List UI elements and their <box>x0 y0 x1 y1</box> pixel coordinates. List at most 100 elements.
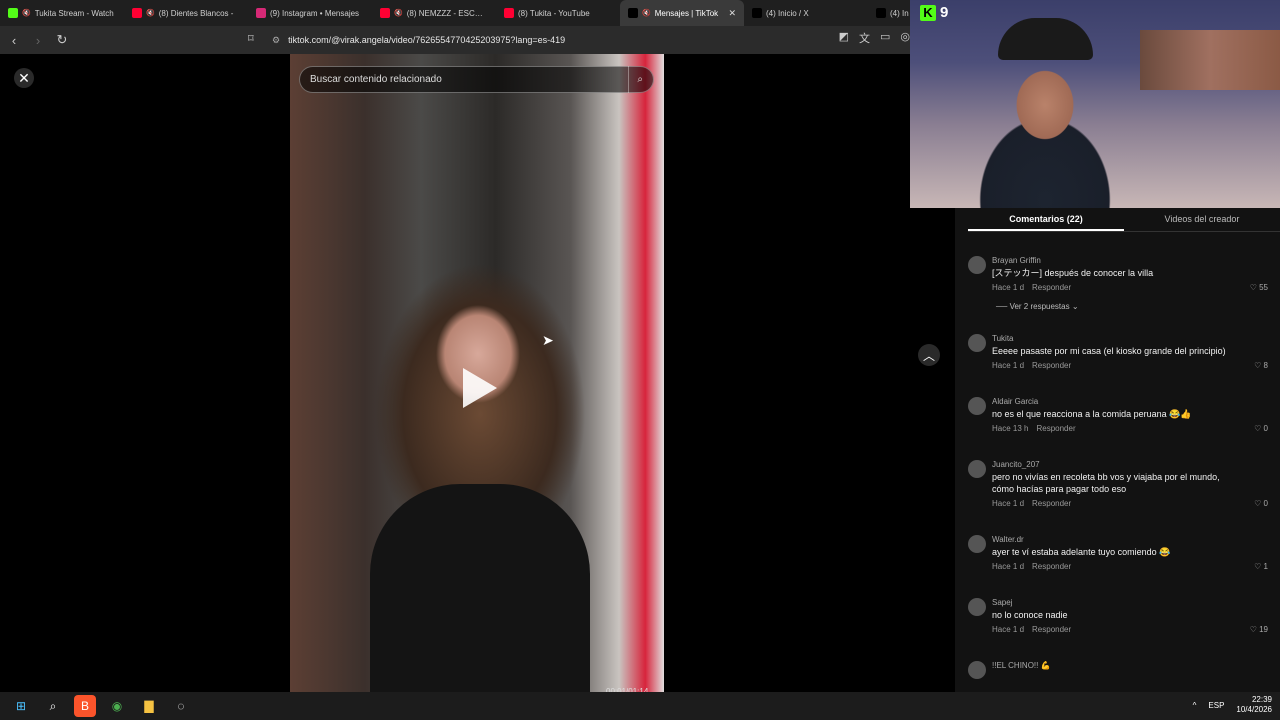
back-icon[interactable]: ‹ <box>4 30 24 50</box>
forward-icon[interactable]: › <box>28 30 48 50</box>
youtube-icon <box>504 8 514 18</box>
x-icon <box>876 8 886 18</box>
clock-date: 10/4/2026 <box>1236 705 1272 714</box>
avatar[interactable] <box>968 334 986 352</box>
extensions-icon[interactable]: ◎ <box>900 30 910 46</box>
comment-text: ayer te ví estaba adelante tuyo comiendo… <box>992 547 1171 557</box>
avatar[interactable] <box>968 535 986 553</box>
like-count: 0 <box>1263 424 1268 433</box>
heart-icon[interactable]: ♡ <box>1254 562 1261 571</box>
browser-tab[interactable]: 🔇 Tukita Stream - Watch <box>0 0 124 26</box>
kick-logo-icon: K <box>920 4 936 21</box>
search-icon[interactable]: ⌕ <box>42 695 64 717</box>
like-count: 19 <box>1259 625 1268 634</box>
url-text: tiktok.com/@virak.angela/video/762655477… <box>288 35 566 45</box>
muted-icon[interactable]: 🔇 <box>146 9 155 17</box>
comments-tabs: Comentarios (22) Videos del creador <box>968 208 1280 232</box>
comment-username[interactable]: !!EL CHINO!! 💪 <box>992 661 1051 670</box>
comment-username[interactable]: Walter.dr <box>992 535 1024 544</box>
tab-title: (4) In <box>890 8 909 18</box>
comment-item: Walter.dr ayer te ví estaba adelante tuyo… <box>968 535 1268 574</box>
muted-icon[interactable]: 🔇 <box>22 9 31 17</box>
browser-tab[interactable]: 🔇 Mensajes | TikTok ✕ <box>620 0 744 26</box>
muted-icon[interactable]: 🔇 <box>642 9 651 17</box>
youtube-icon <box>380 8 390 18</box>
browser-tab[interactable]: (4) Inicio / X <box>744 0 868 26</box>
tiktok-icon <box>628 8 638 18</box>
browser-toolbar: ‹ › ↻ ⌑ ⚙ tiktok.com/@virak.angela/video… <box>0 26 910 54</box>
translate-icon[interactable]: 文 <box>859 30 870 46</box>
reply-button[interactable]: Responder <box>1032 499 1071 508</box>
heart-icon[interactable]: ♡ <box>1250 283 1257 292</box>
system-clock[interactable]: 22:39 10/4/2026 <box>1236 695 1272 715</box>
play-icon[interactable] <box>463 368 497 408</box>
windows-taskbar: ⊞ ⌕ B ◉ ▇ ◌ ^ ESP 22:39 10/4/2026 <box>0 692 1280 720</box>
reply-button[interactable]: Responder <box>1032 283 1071 292</box>
comment-time: Hace 1 d <box>992 361 1025 370</box>
mouse-cursor-icon: ➤ <box>542 332 554 348</box>
comment-username[interactable]: Aldair Garcia <box>992 397 1038 406</box>
tab-comments[interactable]: Comentarios (22) <box>968 208 1124 231</box>
muted-icon[interactable]: 🔇 <box>394 9 403 17</box>
browser-tab[interactable]: (4) In <box>868 0 910 26</box>
avatar[interactable] <box>968 661 986 679</box>
bookmark-icon[interactable]: ⌑ <box>248 32 254 45</box>
file-explorer-icon[interactable]: ▇ <box>138 695 160 717</box>
avatar[interactable] <box>968 256 986 274</box>
tab-close-icon[interactable]: ✕ <box>728 8 736 19</box>
reader-icon[interactable]: ◩ <box>839 30 849 46</box>
comment-item: Aldair Garcia no es el que reacciona a la… <box>968 397 1268 436</box>
cast-icon[interactable]: ▭ <box>880 30 890 46</box>
heart-icon[interactable]: ♡ <box>1254 361 1261 370</box>
like-count: 8 <box>1263 361 1268 370</box>
comment-username[interactable]: Brayan Griffin <box>992 256 1041 265</box>
like-count: 0 <box>1263 499 1268 508</box>
tray-chevron-icon[interactable]: ^ <box>1193 701 1197 710</box>
tab-title: Mensajes | TikTok <box>654 8 719 18</box>
reply-button[interactable]: Responder <box>1036 424 1075 433</box>
avatar[interactable] <box>968 460 986 478</box>
view-replies-button[interactable]: ── Ver 2 respuestas ⌄ <box>996 302 1079 311</box>
comment-text: Eeeee pasaste por mi casa (el kiosko gra… <box>992 346 1226 356</box>
comment-item: Sapej no lo conoce nadie Hace 1 d Responder… <box>968 598 1268 637</box>
comment-text: no es el que reacciona a la comida perua… <box>992 409 1192 419</box>
reply-button[interactable]: Responder <box>1032 625 1071 634</box>
comment-time: Hace 1 d <box>992 625 1025 634</box>
start-icon[interactable]: ⊞ <box>10 695 32 717</box>
tab-creator-videos[interactable]: Videos del creador <box>1124 208 1280 231</box>
browser-tab[interactable]: (8) Tukita - YouTube <box>496 0 620 26</box>
reload-icon[interactable]: ↻ <box>52 30 72 50</box>
comment-username[interactable]: Sapej <box>992 598 1012 607</box>
view-replies-label: Ver 2 respuestas <box>1009 302 1070 311</box>
search-icon[interactable]: ⌕ <box>637 74 643 85</box>
heart-icon[interactable]: ♡ <box>1254 424 1261 433</box>
heart-icon[interactable]: ♡ <box>1254 499 1261 508</box>
chrome-icon[interactable]: ◉ <box>106 695 128 717</box>
browser-tab[interactable]: (9) Instagram • Mensajes <box>248 0 372 26</box>
scroll-up-icon[interactable]: ︿ <box>918 344 940 366</box>
search-placeholder: Buscar contenido relacionado <box>310 74 442 85</box>
close-icon[interactable]: ✕ <box>14 68 34 88</box>
avatar[interactable] <box>968 397 986 415</box>
comment-username[interactable]: Tukita <box>992 334 1014 343</box>
obs-icon[interactable]: ◌ <box>170 695 192 717</box>
browser-tab[interactable]: 🔇 (8) NEMZZZ - ESCAPE <box>372 0 496 26</box>
tiktok-video-page: ✕ Buscar contenido relacionado ⌕ ➤ 00:01… <box>0 54 955 696</box>
comment-time: Hace 1 d <box>992 283 1025 292</box>
reply-button[interactable]: Responder <box>1032 562 1071 571</box>
tab-title: (8) NEMZZZ - ESCAPE <box>406 8 488 18</box>
comment-item: Tukita Eeeee pasaste por mi casa (el kios… <box>968 334 1268 373</box>
address-bar[interactable]: ⚙ tiktok.com/@virak.angela/video/7626554… <box>272 30 565 50</box>
browser-tab[interactable]: 🔇 (8) Dientes Blancos - <box>124 0 248 26</box>
related-search-input[interactable]: Buscar contenido relacionado ⌕ <box>299 66 654 93</box>
avatar[interactable] <box>968 598 986 616</box>
heart-icon[interactable]: ♡ <box>1250 625 1257 634</box>
site-info-icon[interactable]: ⚙ <box>272 35 280 46</box>
language-indicator[interactable]: ESP <box>1208 701 1224 710</box>
brave-icon[interactable]: B <box>74 695 96 717</box>
comment-username[interactable]: Juancito_207 <box>992 460 1040 469</box>
comment-item: Brayan Griffin [ステッカー] después de conocer… <box>968 256 1268 295</box>
clock-time: 22:39 <box>1251 695 1272 704</box>
tab-title: Tukita Stream - Watch <box>34 8 114 18</box>
reply-button[interactable]: Responder <box>1032 361 1071 370</box>
